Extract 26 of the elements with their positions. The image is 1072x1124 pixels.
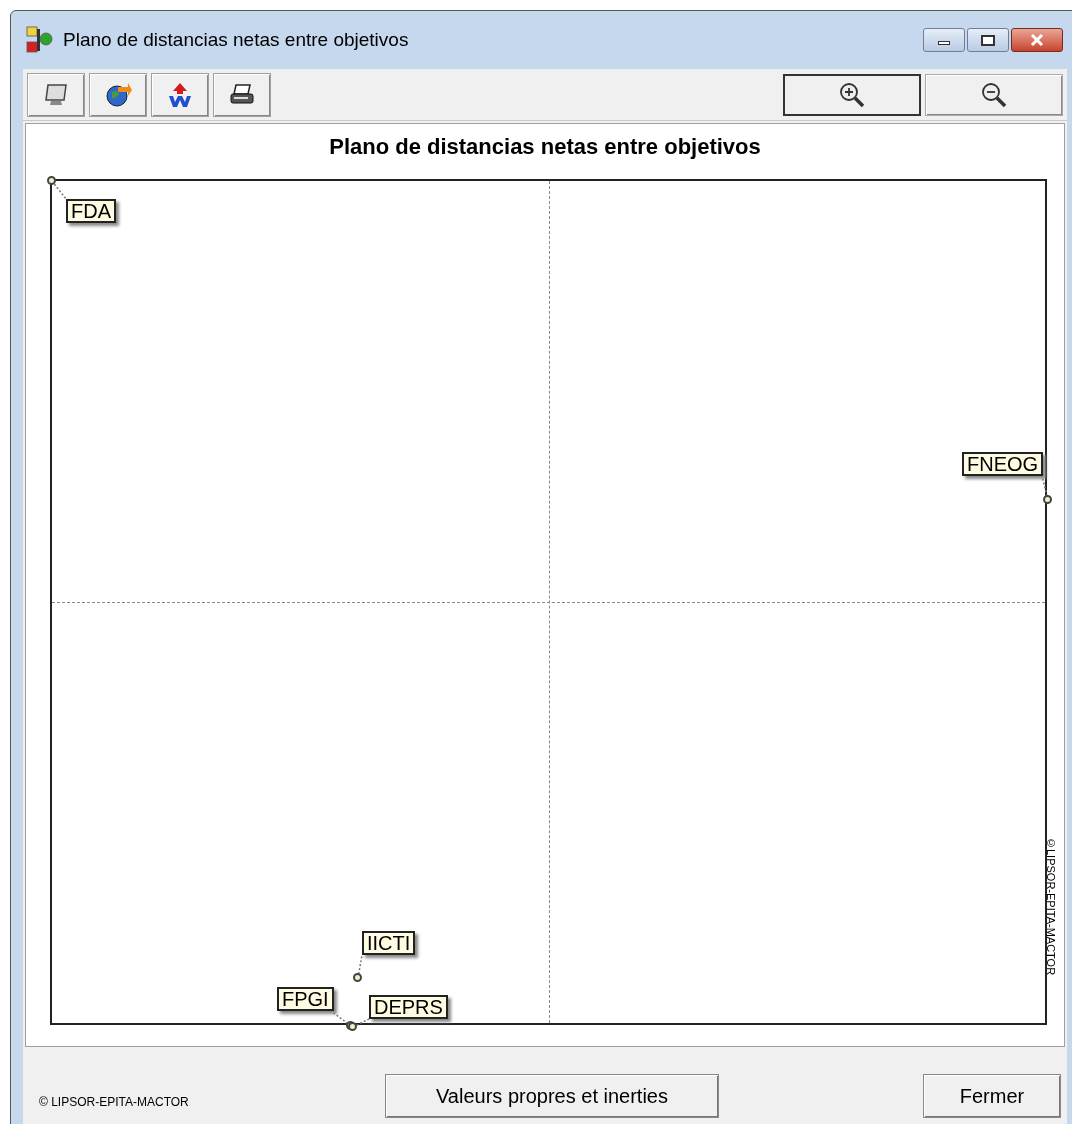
point-label: FNEOG [962,452,1044,476]
app-icon [25,25,55,55]
point-label: IICTI [362,931,416,955]
minimize-button[interactable] [923,28,965,52]
close-dialog-button[interactable]: Fermer [923,1074,1061,1118]
point-label: DEPRS [369,995,448,1019]
export-button[interactable] [151,72,209,117]
point-label: FPGI [277,987,334,1011]
point-label: FDA [66,199,116,223]
window-title: Plano de distancias netas entre objetivos [63,27,409,52]
zoom-out-button[interactable] [925,73,1063,116]
copyright-note: ©LIPSOR-EPITA-MACTOR [1044,837,1058,976]
monitor-button[interactable] [27,72,85,117]
eigenvalues-button[interactable]: Valeurs propres et inerties [385,1074,719,1118]
data-point [47,176,56,185]
maximize-button[interactable] [967,28,1009,52]
chart-title: Plano de distancias netas entre objetivos [329,134,761,160]
print-button[interactable] [213,72,271,117]
zoom-in-button[interactable] [783,73,921,116]
data-point [353,973,362,982]
copyright-note: © LIPSOR-EPITA-MACTOR [39,1094,189,1111]
data-point [1043,495,1052,504]
close-icon [1029,33,1045,47]
monitor-icon [42,81,70,108]
globe-button[interactable] [89,72,147,117]
close-button[interactable] [1011,28,1063,52]
